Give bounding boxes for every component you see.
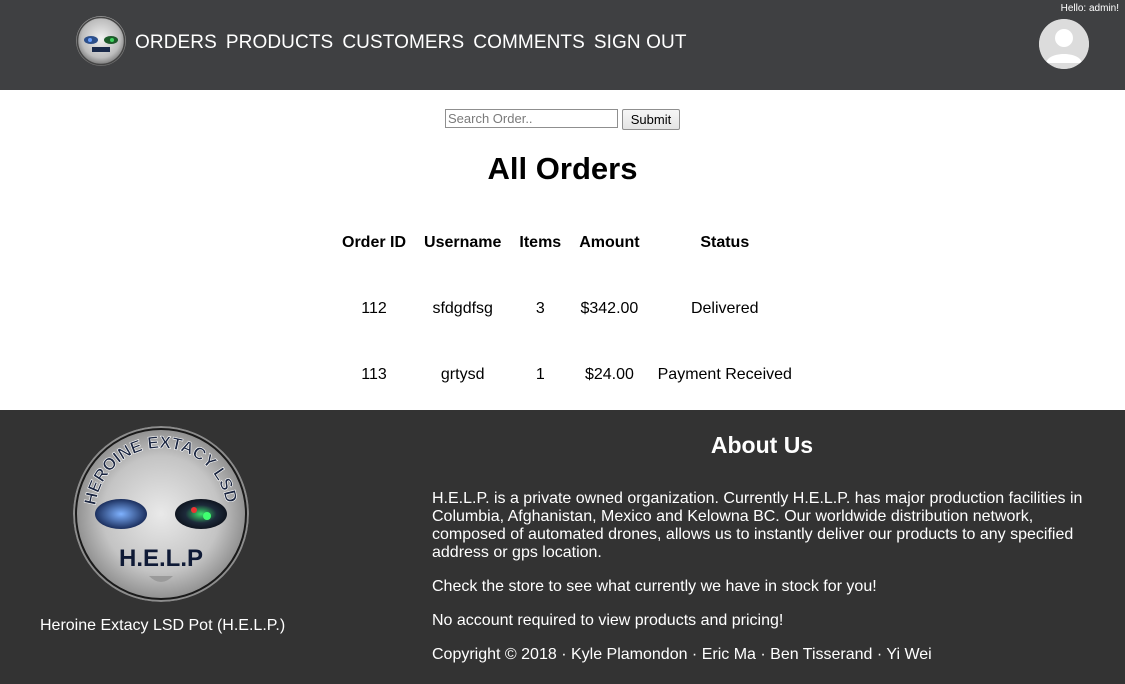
orders-table: Order ID Username Items Amount Status 11… bbox=[333, 210, 801, 408]
org-name: Heroine Extacy LSD Pot (H.E.L.P.) bbox=[40, 617, 286, 634]
face-logo-icon bbox=[76, 16, 126, 66]
about-paragraph: No account required to view products and… bbox=[432, 612, 784, 629]
nav-products[interactable]: PRODUCTS bbox=[226, 31, 333, 55]
cell-items: 1 bbox=[535, 366, 545, 383]
nav-sign-out[interactable]: SIGN OUT bbox=[594, 31, 687, 55]
about-paragraph: H.E.L.P. is a private owned organization… bbox=[432, 490, 1083, 561]
help-face-logo-icon: HEROINE EXTACY LSD POT H.E.L.P bbox=[73, 426, 249, 602]
site-footer: HEROINE EXTACY LSD POT H.E.L.P Heroine E… bbox=[0, 410, 1125, 684]
cell-username: grtysd bbox=[440, 366, 485, 383]
column-header-items: Items bbox=[519, 234, 562, 251]
cell-status: Delivered bbox=[690, 300, 759, 317]
avatar[interactable] bbox=[1039, 19, 1089, 69]
copyright-text: Copyright © 2018 · Kyle Plamondon · Eric… bbox=[432, 646, 932, 663]
about-us-text: H.E.L.P. is a private owned organization… bbox=[432, 490, 1092, 646]
nav-orders[interactable]: ORDERS bbox=[135, 31, 217, 55]
cell-username: sfdgdfsg bbox=[432, 300, 493, 317]
about-paragraph: Check the store to see what currently we… bbox=[432, 578, 877, 595]
column-header-amount: Amount bbox=[579, 234, 640, 251]
column-header-status: Status bbox=[700, 234, 750, 251]
table-row[interactable]: 113 grtysd 1 $24.00 Payment Received bbox=[333, 342, 801, 408]
user-avatar-icon bbox=[1039, 19, 1089, 69]
brand-logo[interactable] bbox=[76, 16, 126, 66]
submit-button[interactable]: Submit bbox=[622, 109, 680, 130]
column-header-order-id: Order ID bbox=[342, 234, 407, 251]
nav-comments[interactable]: COMMENTS bbox=[473, 31, 585, 55]
nav-customers[interactable]: CUSTOMERS bbox=[342, 31, 464, 55]
cell-amount: $24.00 bbox=[584, 366, 634, 383]
search-order-input[interactable] bbox=[445, 109, 618, 128]
cell-status: Payment Received bbox=[657, 366, 792, 383]
cell-order-id: 112 bbox=[361, 300, 387, 317]
cell-order-id: 113 bbox=[361, 366, 387, 383]
main-nav: ORDERS PRODUCTS CUSTOMERS COMMENTS SIGN … bbox=[135, 31, 687, 55]
top-nav-bar: ORDERS PRODUCTS CUSTOMERS COMMENTS SIGN … bbox=[0, 0, 1125, 90]
table-header-row: Order ID Username Items Amount Status bbox=[333, 210, 801, 276]
svg-text:H.E.L.P: H.E.L.P bbox=[119, 545, 203, 572]
footer-logo: HEROINE EXTACY LSD POT H.E.L.P bbox=[73, 426, 249, 602]
user-greeting: Hello: admin! bbox=[1060, 3, 1119, 14]
cell-amount: $342.00 bbox=[580, 300, 639, 317]
cell-items: 3 bbox=[535, 300, 545, 317]
column-header-username: Username bbox=[424, 234, 502, 251]
page-title: All Orders bbox=[487, 151, 638, 186]
about-us-title: About Us bbox=[710, 432, 814, 458]
table-row[interactable]: 112 sfdgdfsg 3 $342.00 Delivered bbox=[333, 276, 801, 342]
